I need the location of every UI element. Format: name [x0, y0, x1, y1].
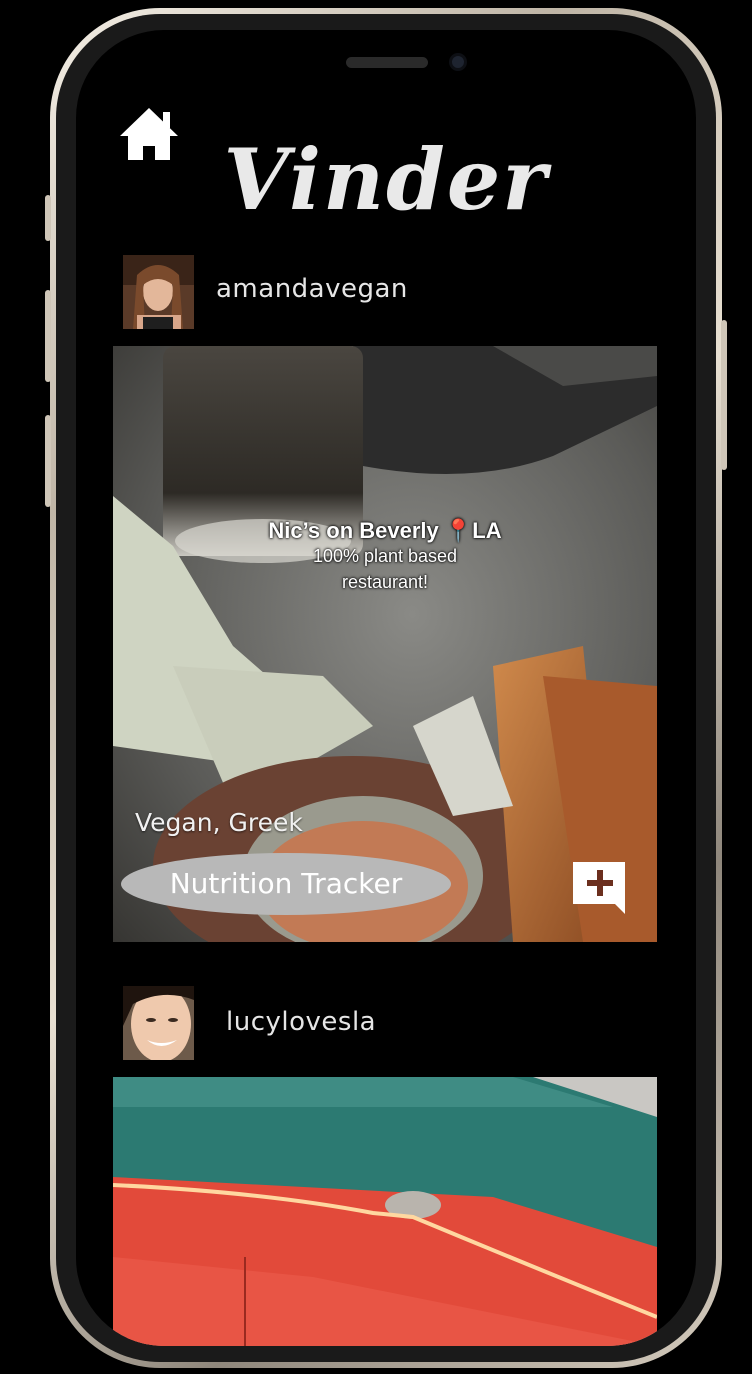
avatar[interactable]: [123, 986, 194, 1060]
add-comment-icon[interactable]: [571, 860, 627, 916]
phone-power-button: [721, 320, 727, 470]
phone-volume-down: [45, 415, 51, 507]
phone-mute-switch: [45, 195, 51, 241]
post-media[interactable]: [113, 1077, 657, 1346]
post-media[interactable]: Nic’s on Beverly 📍LA 100% plant based re…: [113, 346, 657, 942]
speaker-grille: [346, 57, 428, 68]
post-caption-title: Nic’s on Beverly 📍LA: [268, 518, 502, 543]
post-tags: Vegan, Greek: [135, 808, 303, 837]
home-icon[interactable]: [118, 106, 180, 164]
post-username[interactable]: lucylovesla: [226, 1007, 376, 1037]
phone-screen: Vinder amandavegan Nic’s on Beverly 📍LA …: [76, 30, 696, 1346]
phone-volume-up: [45, 290, 51, 382]
front-camera: [449, 53, 467, 71]
nutrition-tracker-button[interactable]: Nutrition Tracker: [121, 853, 451, 915]
post-username[interactable]: amandavegan: [216, 274, 408, 304]
post-caption-line2: restaurant!: [341, 572, 429, 592]
avatar[interactable]: [123, 255, 194, 329]
app-title: Vinder: [223, 130, 549, 229]
post-caption-line1: 100% plant based: [312, 546, 458, 566]
